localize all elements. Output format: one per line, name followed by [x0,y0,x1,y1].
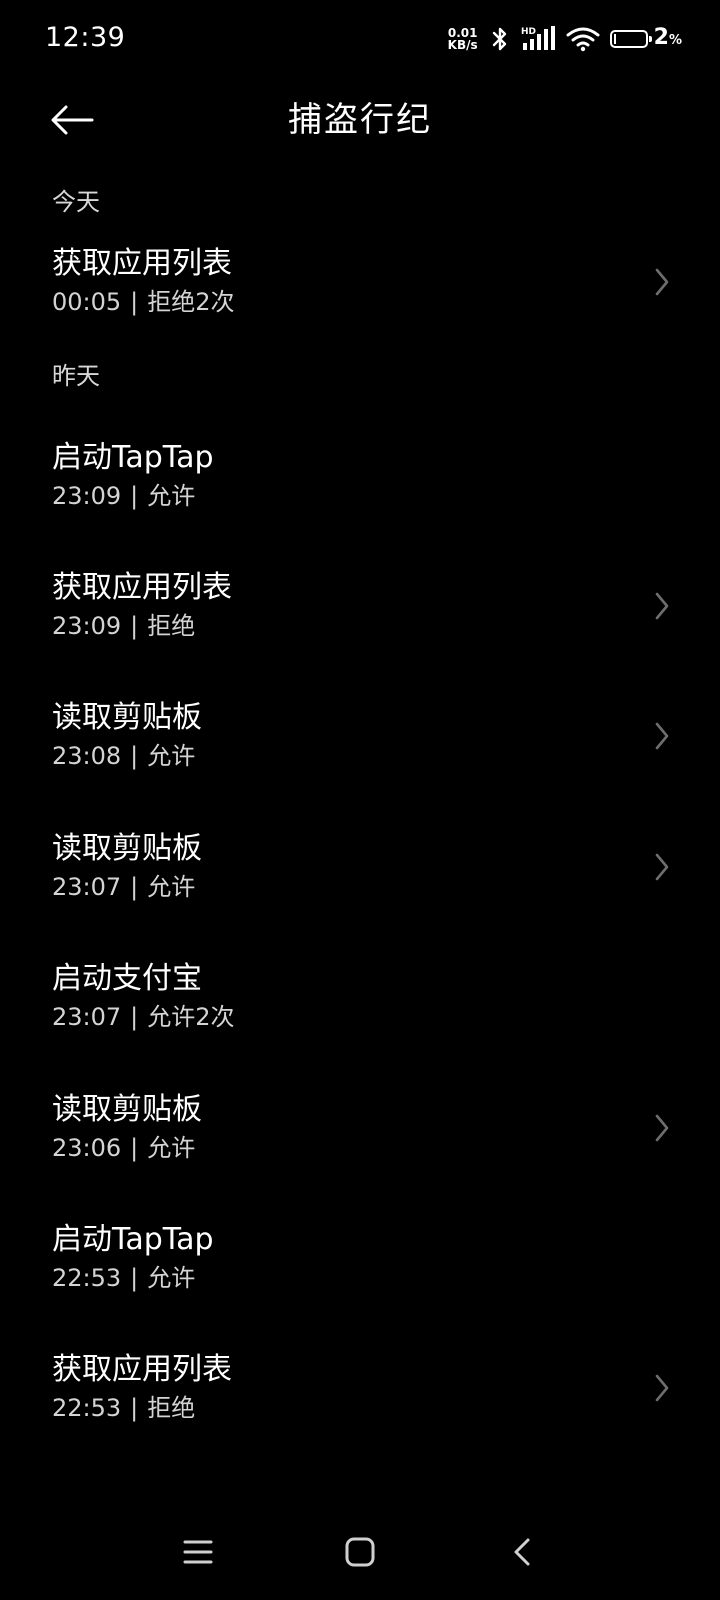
record-meta: 23:08 | 允许 [52,740,195,772]
record-meta: 22:53 | 拒绝 [52,1392,195,1424]
chevron-right-icon [655,1114,669,1142]
meta-separator: | [130,1264,139,1292]
app-header: 捕盗行纪 [0,84,720,156]
record-title: 获取应用列表 [52,1352,232,1387]
bluetooth-icon [492,27,506,51]
hd-signal-icon: HD [521,26,555,50]
wifi-icon [566,27,600,52]
meta-separator: | [130,1134,139,1162]
network-speed-unit: KB/s [447,38,478,52]
home-icon [345,1537,375,1567]
system-back-button[interactable] [490,1520,554,1584]
meta-separator: | [130,873,139,901]
chevron-right-icon [655,722,669,750]
meta-separator: | [130,482,139,510]
chevron-right-icon [655,268,669,296]
chevron-right-icon [655,592,669,620]
record-meta: 23:07 | 允许2次 [52,1001,235,1033]
hd-label: HD [521,27,536,37]
battery: 2% [609,24,682,53]
record-title: 启动TapTap [52,1222,214,1257]
record-result: 允许 [147,482,196,510]
record-time: 23:07 [52,873,122,901]
record-item[interactable]: 读取剪贴板 23:07 | 允许 [0,829,720,939]
record-meta: 23:09 | 允许 [52,480,195,512]
record-meta: 22:53 | 允许 [52,1262,195,1294]
record-time: 00:05 [52,288,122,316]
meta-separator: | [130,742,139,770]
record-title: 启动TapTap [52,440,214,475]
status-icons: 0.01 KB/s HD 2% [448,22,682,56]
status-time: 12:39 [45,22,126,53]
record-result: 拒绝2次 [147,288,235,316]
record-item[interactable]: 启动TapTap 23:09 | 允许 [0,438,720,548]
network-speed: 0.01 KB/s [448,27,478,51]
record-time: 23:08 [52,742,122,770]
record-time: 23:06 [52,1134,122,1162]
record-item[interactable]: 获取应用列表 23:09 | 拒绝 [0,568,720,678]
back-icon [514,1538,530,1566]
record-time: 22:53 [52,1264,122,1292]
record-title: 读取剪贴板 [52,1092,202,1127]
status-bar: 12:39 0.01 KB/s HD 2% [0,0,720,78]
record-result: 拒绝 [147,1394,196,1422]
record-time: 22:53 [52,1394,122,1422]
record-title: 获取应用列表 [52,570,232,605]
record-result: 允许 [147,1134,196,1162]
record-result: 允许2次 [147,1003,235,1031]
record-item[interactable]: 启动支付宝 23:07 | 允许2次 [0,959,720,1069]
record-title: 启动支付宝 [52,961,202,996]
record-meta: 23:09 | 拒绝 [52,610,195,642]
meta-separator: | [130,1394,139,1422]
battery-percent: 2 [653,24,669,50]
recent-apps-button[interactable] [166,1520,230,1584]
record-meta: 23:06 | 允许 [52,1132,195,1164]
section-header: 今天 [52,188,100,216]
battery-icon [609,30,652,48]
record-time: 23:07 [52,1003,122,1031]
meta-separator: | [130,288,139,316]
meta-separator: | [130,612,139,640]
navigation-bar [0,1520,720,1584]
record-result: 允许 [147,742,196,770]
record-result: 拒绝 [147,612,196,640]
record-title: 获取应用列表 [52,246,232,281]
battery-percent-sign: % [668,32,682,48]
record-result: 允许 [147,873,196,901]
page-title: 捕盗行纪 [288,100,432,140]
record-title: 读取剪贴板 [52,700,202,735]
record-item[interactable]: 读取剪贴板 23:08 | 允许 [0,698,720,808]
record-time: 23:09 [52,612,122,640]
record-item[interactable]: 获取应用列表 00:05 | 拒绝2次 [0,244,720,354]
record-meta: 00:05 | 拒绝2次 [52,286,235,318]
battery-level [613,34,616,44]
menu-icon [183,1540,213,1564]
record-item[interactable]: 启动TapTap 22:53 | 允许 [0,1220,720,1330]
record-item[interactable]: 读取剪贴板 23:06 | 允许 [0,1090,720,1200]
chevron-right-icon [655,1374,669,1402]
chevron-right-icon [655,853,669,881]
record-result: 允许 [147,1264,196,1292]
home-button[interactable] [328,1520,392,1584]
record-time: 23:09 [52,482,122,510]
record-title: 读取剪贴板 [52,831,202,866]
section-header: 昨天 [52,362,100,390]
meta-separator: | [130,1003,139,1031]
record-item[interactable]: 获取应用列表 22:53 | 拒绝 [0,1350,720,1460]
record-meta: 23:07 | 允许 [52,871,195,903]
